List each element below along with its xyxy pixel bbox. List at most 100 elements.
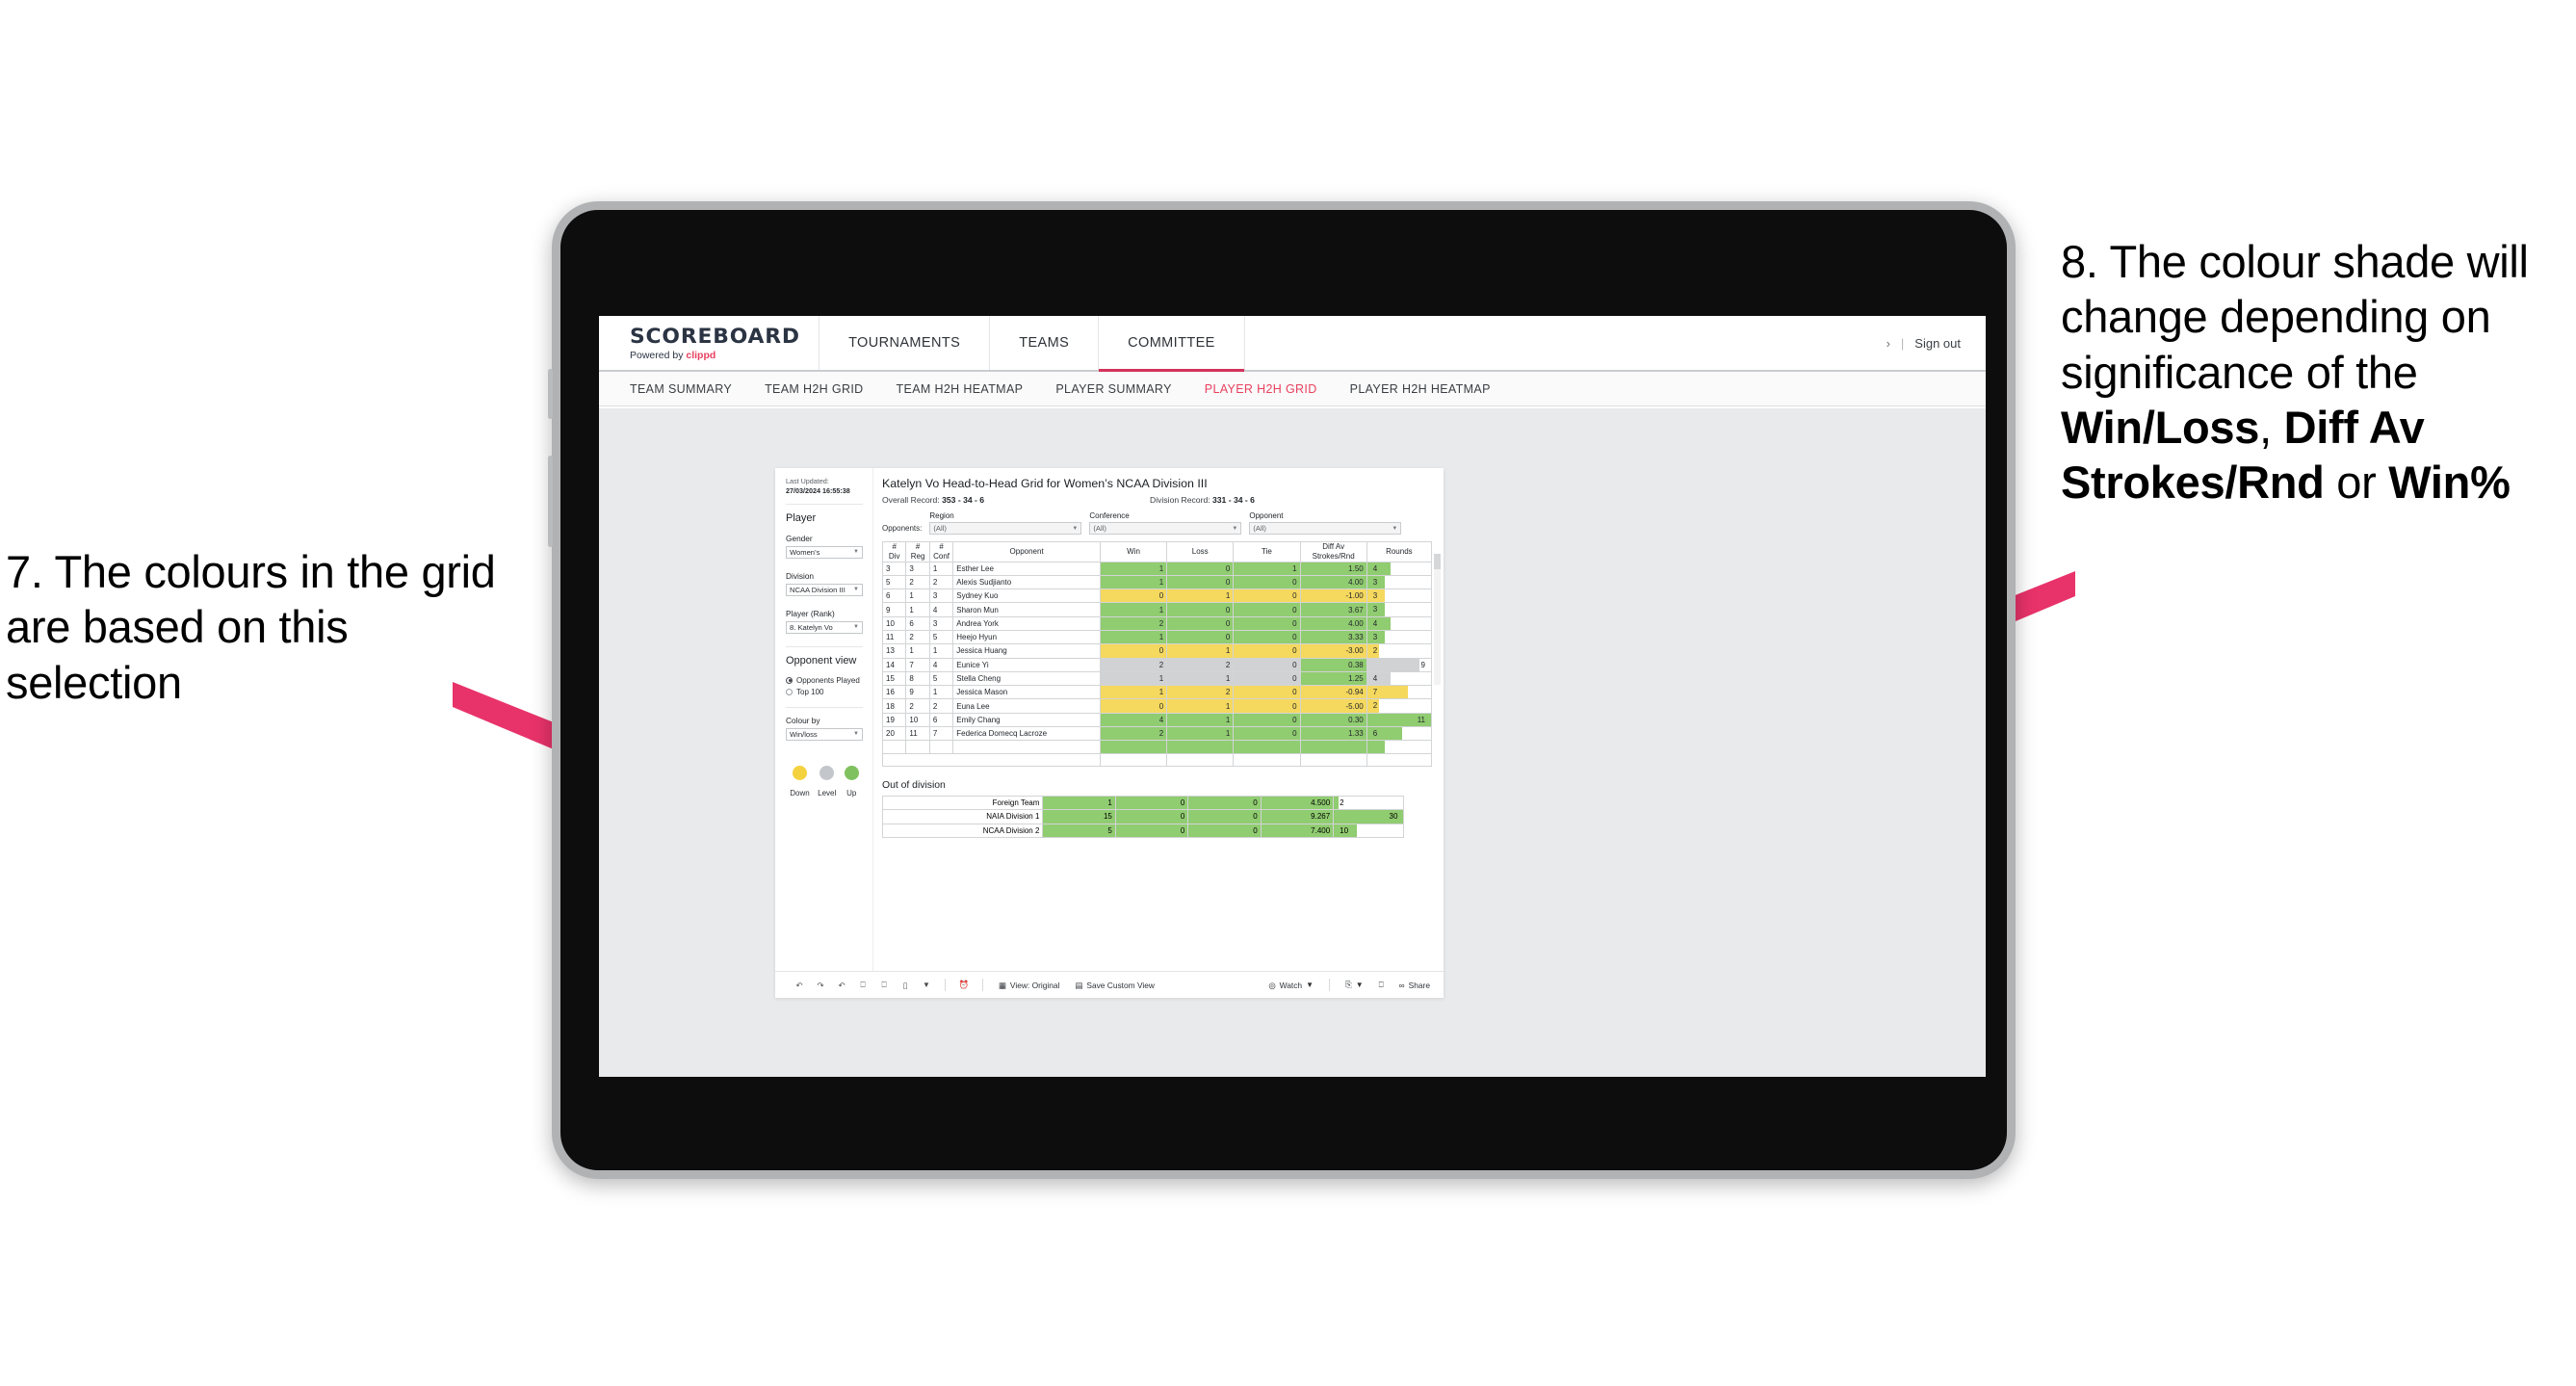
cell-diff: -5.00 bbox=[1299, 698, 1367, 714]
redo-icon[interactable]: ↷ bbox=[810, 976, 831, 995]
revert-icon[interactable]: ↶ bbox=[831, 976, 852, 995]
division-select-value: NCAA Division III bbox=[790, 585, 846, 594]
col-loss: Loss bbox=[1166, 541, 1235, 562]
grid-scrollbar[interactable] bbox=[1434, 554, 1441, 685]
gender-select[interactable]: Women’s ▼ bbox=[786, 545, 863, 559]
annotation-left-text: 7. The colours in the grid are based on … bbox=[6, 546, 496, 708]
last-updated-label: Last Updated: bbox=[786, 477, 829, 485]
overall-record: Overall Record: 353 - 34 - 6 bbox=[882, 495, 984, 505]
brand-logo[interactable]: SCOREBOARD Powered by clippd bbox=[599, 316, 820, 370]
shape-icon[interactable]: ▯ bbox=[895, 976, 916, 995]
radio-top-100[interactable]: Top 100 bbox=[786, 688, 863, 696]
table-row[interactable]: 16 9 1 Jessica Mason 1 2 0 -0.94 7 bbox=[881, 685, 1433, 700]
cell-win: 1 bbox=[1099, 670, 1168, 687]
table-row[interactable]: 14 7 4 Eunice Yi 2 2 0 0.38 9 bbox=[881, 657, 1433, 672]
table-row[interactable]: 19 10 6 Emily Chang 4 1 0 0.30 11 bbox=[881, 712, 1433, 728]
grid-scrollbar-thumb[interactable] bbox=[1434, 554, 1441, 569]
brand-title: SCOREBOARD bbox=[630, 325, 800, 348]
legend-item-up: Up bbox=[844, 765, 859, 798]
conference-select[interactable]: (All) ▼ bbox=[1089, 522, 1242, 535]
table-row[interactable]: 20 11 7 Federica Domecq Lacroze 2 1 0 1.33 6 bbox=[881, 726, 1433, 742]
refresh-data-icon[interactable]: ⎕ bbox=[852, 976, 873, 995]
download-button[interactable]: ⎘ ▼ bbox=[1338, 980, 1371, 990]
table-row[interactable]: 18 2 2 Euna Lee 0 1 0 -5.00 2 bbox=[881, 698, 1433, 714]
field-label-player-rank: Player (Rank) bbox=[786, 608, 835, 618]
cell-tie: 0 bbox=[1233, 670, 1301, 687]
table-empty-space bbox=[882, 752, 1433, 767]
cell-opponent: Eunice Yi bbox=[952, 657, 1101, 672]
watch-button[interactable]: ◎ Watch ▼ bbox=[1261, 981, 1321, 990]
table-row[interactable]: 11 2 5 Heejo Hyun 1 0 0 3.33 3 bbox=[881, 629, 1433, 645]
out-of-division-table: Foreign Team 1 0 0 4.500 2 NAIA Division 1 15 0 0… bbox=[881, 795, 1405, 838]
divider bbox=[786, 645, 863, 647]
save-custom-view-button[interactable]: ▤ Save Custom View bbox=[1067, 981, 1162, 990]
chevron-down-icon: ▼ bbox=[853, 731, 859, 738]
player-rank-select[interactable]: 8. Katelyn Vo ▼ bbox=[786, 620, 863, 634]
region-select[interactable]: (All) ▼ bbox=[929, 522, 1082, 535]
nav-tab-teams[interactable]: TEAMS bbox=[990, 316, 1100, 370]
table-row[interactable]: 5 2 2 Alexis Sudjianto 1 0 0 4.00 3 bbox=[881, 574, 1433, 590]
cell-win: 0 bbox=[1099, 588, 1168, 604]
cell-div: 19 bbox=[881, 712, 907, 728]
table-row[interactable]: Foreign Team 1 0 0 4.500 2 bbox=[881, 795, 1405, 811]
table-row[interactable]: NAIA Division 1 15 0 0 9.267 30 bbox=[881, 809, 1405, 824]
table-row[interactable]: 6 1 3 Sydney Kuo 0 1 0 -1.00 3 bbox=[881, 588, 1433, 604]
chevron-down-icon: ▼ bbox=[853, 549, 859, 556]
table-row[interactable]: 3 3 1 Esther Lee 1 0 1 1.50 4 bbox=[881, 561, 1433, 576]
cell-ood-loss: 0 bbox=[1114, 809, 1189, 824]
cell-opponent: Jessica Huang bbox=[952, 643, 1101, 659]
chevron-down-icon[interactable]: ▼ bbox=[916, 976, 937, 995]
field-label-colour-by: Colour by bbox=[786, 715, 820, 725]
division-record-label: Division Record: bbox=[1150, 495, 1212, 505]
cell-diff: -3.00 bbox=[1299, 643, 1367, 659]
table-row[interactable]: 9 1 4 Sharon Mun 1 0 0 3.67 3 bbox=[881, 602, 1433, 617]
subnav-item-player-summary[interactable]: PLAYER SUMMARY bbox=[1055, 382, 1171, 396]
app-header: SCOREBOARD Powered by clippd TOURNAMENTS… bbox=[599, 316, 1986, 372]
cell-loss: 1 bbox=[1166, 643, 1235, 659]
chevron-right-icon[interactable]: › bbox=[1886, 336, 1890, 351]
cell-win: 1 bbox=[1099, 602, 1168, 617]
records-row: Overall Record: 353 - 34 - 6 Division Re… bbox=[882, 495, 1432, 505]
last-updated-value: 27/03/2024 16:55:38 bbox=[786, 486, 850, 496]
fullscreen-button[interactable]: ⎕ bbox=[1371, 980, 1392, 990]
share-button[interactable]: ∞ Share bbox=[1392, 981, 1444, 990]
cell-opponent: Sharon Mun bbox=[952, 602, 1101, 617]
cell-ood-loss: 0 bbox=[1114, 823, 1189, 838]
nav-tab-tournaments[interactable]: TOURNAMENTS bbox=[820, 316, 991, 370]
subnav-item-player-h2h-grid[interactable]: PLAYER H2H GRID bbox=[1205, 382, 1317, 396]
legend-label-level: Level bbox=[818, 788, 837, 798]
view-original-button[interactable]: ▦ View: Original bbox=[991, 981, 1067, 990]
cell-ood-diff: 9.267 bbox=[1260, 809, 1335, 824]
undo-icon[interactable]: ↶ bbox=[789, 976, 810, 995]
cell-tie: 0 bbox=[1233, 574, 1301, 590]
table-row[interactable]: 13 1 1 Jessica Huang 0 1 0 -3.00 2 bbox=[881, 643, 1433, 659]
subnav-item-team-h2h-heatmap[interactable]: TEAM H2H HEATMAP bbox=[897, 382, 1024, 396]
division-record-value: 331 - 34 - 6 bbox=[1212, 495, 1255, 505]
sidebar-section-title-player: Player bbox=[786, 511, 817, 524]
table-row[interactable]: 10 6 3 Andrea York 2 0 0 4.00 4 bbox=[881, 615, 1433, 631]
cell-ood-diff: 4.500 bbox=[1260, 795, 1335, 811]
table-row[interactable]: NCAA Division 2 5 0 0 7.400 10 bbox=[881, 823, 1405, 838]
legend-label-up: Up bbox=[846, 788, 857, 798]
subnav-item-player-h2h-heatmap[interactable]: PLAYER H2H HEATMAP bbox=[1350, 382, 1491, 396]
colour-by-select[interactable]: Win/loss ▼ bbox=[786, 727, 863, 741]
cell-rounds: 3 bbox=[1366, 602, 1433, 617]
overall-record-value: 353 - 34 - 6 bbox=[942, 495, 985, 505]
radio-opponents-played[interactable]: Opponents Played bbox=[786, 676, 863, 685]
table-row[interactable]: 15 8 5 Stella Cheng 1 1 0 1.25 4 bbox=[881, 670, 1433, 687]
main-nav-tabs: TOURNAMENTS TEAMS COMMITTEE bbox=[820, 316, 1245, 372]
division-select[interactable]: NCAA Division III ▼ bbox=[786, 583, 863, 596]
sign-out-link[interactable]: Sign out bbox=[1914, 336, 1961, 351]
pause-data-icon[interactable]: ⎕ bbox=[873, 976, 895, 995]
cell-diff: 4.00 bbox=[1299, 615, 1367, 631]
nav-tab-committee[interactable]: COMMITTEE bbox=[1099, 316, 1245, 372]
header-right: › | Sign out bbox=[1886, 316, 1986, 370]
opponent-select[interactable]: (All) ▼ bbox=[1249, 522, 1402, 535]
subnav-item-team-summary[interactable]: TEAM SUMMARY bbox=[630, 382, 732, 396]
h2h-grid-header-row: # Div # Reg # Conf Opponent Win Loss Tie Di… bbox=[881, 541, 1433, 562]
legend-dot-down bbox=[792, 765, 807, 780]
cell-win: 1 bbox=[1099, 561, 1168, 576]
cell-rounds: 2 bbox=[1366, 643, 1433, 659]
history-icon[interactable]: ⏰ bbox=[953, 976, 975, 995]
subnav-item-team-h2h-grid[interactable]: TEAM H2H GRID bbox=[765, 382, 863, 396]
